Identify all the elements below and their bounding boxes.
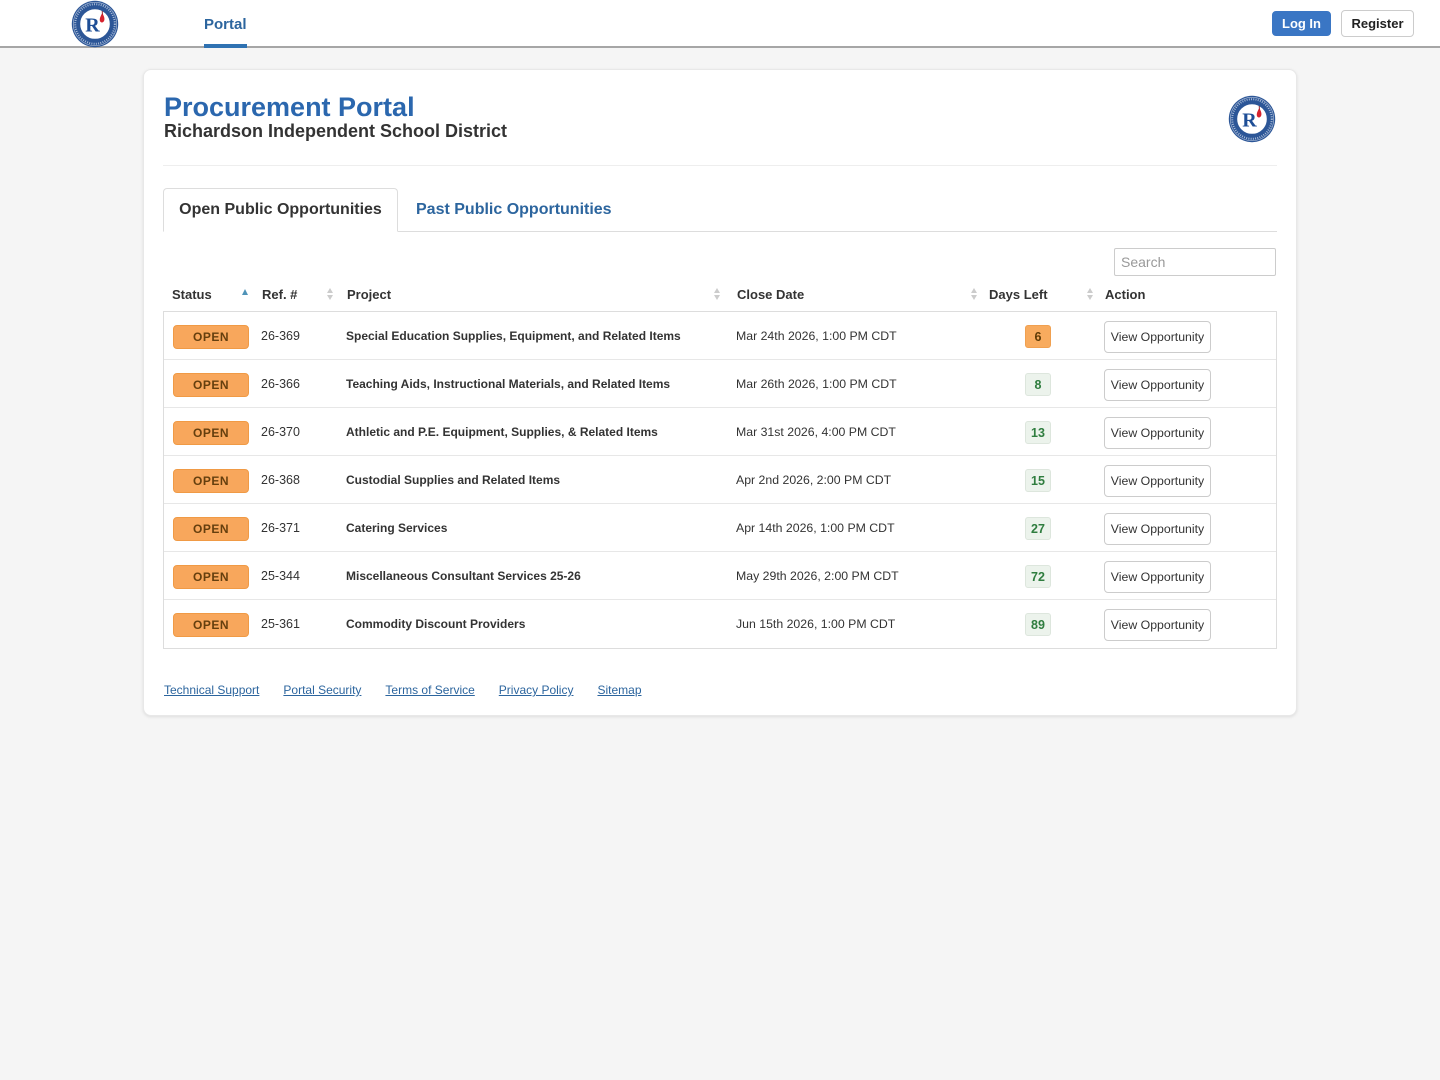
svg-text:R: R bbox=[85, 15, 100, 37]
svg-text:R: R bbox=[1242, 110, 1257, 132]
